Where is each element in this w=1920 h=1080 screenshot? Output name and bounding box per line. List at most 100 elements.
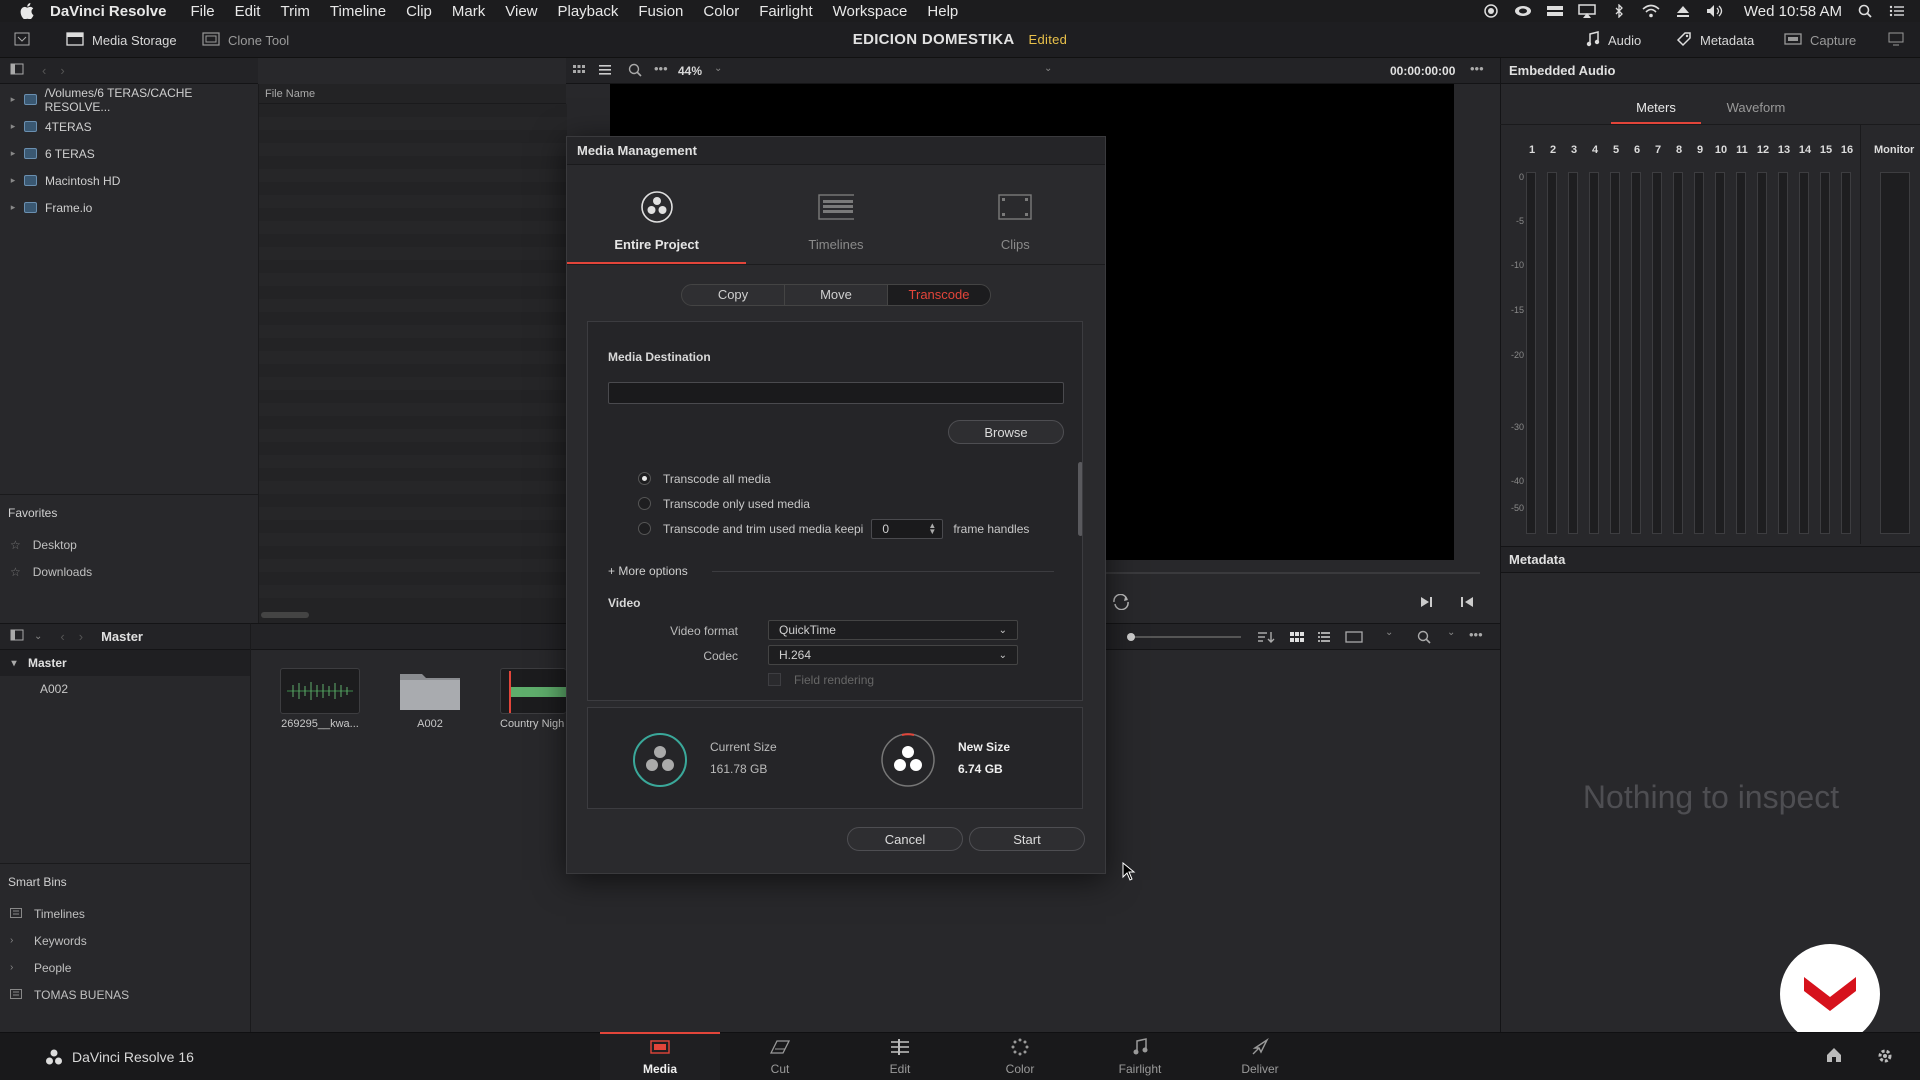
notification-center-icon[interactable] (1888, 4, 1906, 18)
favorite-item[interactable]: ☆ Desktop (0, 531, 258, 558)
codec-select[interactable]: H.264 ⌄ (768, 645, 1018, 665)
wifi-icon[interactable] (1642, 4, 1660, 18)
transcode-trim-option[interactable]: Transcode and trim used media keepi 0 ▲ ▼ … (638, 516, 1058, 541)
bin-list-toggle-icon[interactable] (10, 629, 24, 644)
page-fairlight[interactable]: Fairlight (1080, 1032, 1200, 1080)
viewer-scrubber[interactable] (1106, 572, 1480, 574)
spotlight-search-icon[interactable] (1856, 4, 1874, 18)
chevron-down-icon[interactable]: ⌄ (1447, 627, 1455, 638)
record-icon[interactable] (1482, 4, 1500, 18)
chevron-down-icon[interactable]: ⌄ (714, 63, 722, 74)
loop-icon[interactable] (1110, 593, 1132, 613)
chevron-down-icon[interactable]: ⌄ (1044, 63, 1052, 74)
tab-entire-project[interactable]: Entire Project (567, 165, 747, 264)
sidebar-toggle-icon[interactable] (10, 63, 24, 78)
expand-caret-icon[interactable]: ▸ (6, 121, 20, 132)
fullscreen-toggle-button[interactable] (1888, 28, 1904, 52)
smart-bin-item[interactable]: › People (0, 954, 250, 981)
zoom-level[interactable]: 44% (678, 64, 702, 78)
folder-thumbnail[interactable] (390, 668, 470, 714)
chevron-down-icon[interactable]: ⌄ (34, 631, 42, 642)
smart-bin-item[interactable]: › Keywords (0, 927, 250, 954)
search-icon[interactable] (628, 63, 642, 80)
menu-trim[interactable]: Trim (280, 3, 309, 20)
smart-bin-item[interactable]: TOMAS BUENAS (0, 981, 250, 1008)
menu-fairlight[interactable]: Fairlight (759, 3, 812, 20)
back-arrow-icon[interactable]: ‹ (60, 629, 64, 644)
tab-meters[interactable]: Meters (1611, 92, 1701, 124)
apple-icon[interactable] (20, 3, 36, 19)
more-options-icon[interactable]: ••• (1469, 627, 1483, 642)
menu-view[interactable]: View (505, 3, 537, 20)
expand-caret-icon[interactable]: ▸ (6, 175, 20, 186)
bin-item[interactable]: A002 (0, 676, 250, 702)
capture-button[interactable]: Capture (1784, 28, 1856, 52)
media-destination-input[interactable] (608, 382, 1064, 404)
expand-caret-icon[interactable]: ▸ (6, 148, 20, 159)
menu-clip[interactable]: Clip (406, 3, 432, 20)
previous-clip-icon[interactable] (1460, 596, 1474, 611)
back-arrow-icon[interactable]: ‹ (42, 63, 46, 78)
page-color[interactable]: Color (960, 1032, 1080, 1080)
stepper-arrows-icon[interactable]: ▲ ▼ (928, 521, 936, 535)
page-cut[interactable]: Cut (720, 1032, 840, 1080)
volume-icon[interactable] (1706, 4, 1724, 18)
audio-button[interactable]: Audio (1586, 28, 1641, 52)
drive-row[interactable]: ▸ Frame.io (0, 194, 258, 221)
copy-option[interactable]: Copy (682, 285, 785, 305)
bluetooth-icon[interactable] (1610, 4, 1628, 18)
tab-clips[interactable]: Clips (926, 165, 1105, 264)
page-deliver[interactable]: Deliver (1200, 1032, 1320, 1080)
move-option[interactable]: Move (785, 285, 888, 305)
menu-help[interactable]: Help (927, 3, 958, 20)
more-options-icon[interactable]: ••• (654, 61, 668, 76)
start-button[interactable]: Start (969, 827, 1085, 851)
vertical-scrollbar[interactable] (1078, 462, 1082, 536)
transcode-all-option[interactable]: Transcode all media (638, 466, 1058, 491)
drive-row[interactable]: ▸ /Volumes/6 TERAS/CACHE RESOLVE... (0, 86, 258, 114)
grid-view-icon[interactable] (572, 63, 586, 80)
transcode-used-option[interactable]: Transcode only used media (638, 491, 1058, 516)
collapse-caret-icon[interactable]: ▾ (0, 658, 28, 669)
airplay-icon[interactable] (1578, 4, 1596, 18)
expand-caret-icon[interactable]: › (10, 935, 22, 946)
drive-row[interactable]: ▸ 4TERAS (0, 113, 258, 140)
creative-cloud-icon[interactable] (1514, 4, 1532, 18)
list-view-icon[interactable] (1317, 630, 1331, 647)
menu-clock[interactable]: Wed 10:58 AM (1744, 3, 1842, 20)
radio[interactable] (638, 522, 651, 535)
menu-timeline[interactable]: Timeline (330, 3, 386, 20)
menu-color[interactable]: Color (703, 3, 739, 20)
tab-waveform[interactable]: Waveform (1711, 92, 1801, 124)
metadata-button[interactable]: Metadata (1676, 28, 1754, 52)
expand-caret-icon[interactable]: › (10, 962, 22, 973)
menu-edit[interactable]: Edit (235, 3, 261, 20)
favorite-item[interactable]: ☆ Downloads (0, 558, 258, 585)
drive-row[interactable]: ▸ 6 TERAS (0, 140, 258, 167)
next-clip-icon[interactable] (1420, 596, 1434, 611)
timeline-clip-thumbnail[interactable] (500, 668, 567, 714)
expand-caret-icon[interactable]: ▸ (6, 94, 20, 105)
field-rendering-checkbox[interactable] (768, 673, 781, 686)
page-media[interactable]: Media (600, 1032, 720, 1080)
handles-stepper[interactable]: 0 ▲ ▼ (871, 518, 944, 539)
browse-button[interactable]: Browse (948, 420, 1064, 444)
home-icon[interactable] (1826, 1047, 1842, 1066)
menu-playback[interactable]: Playback (558, 3, 619, 20)
menu-app-name[interactable]: DaVinci Resolve (50, 3, 166, 20)
chevron-down-icon[interactable]: ⌄ (1385, 627, 1393, 638)
page-edit[interactable]: Edit (840, 1032, 960, 1080)
thumbnail-size-slider-knob[interactable] (1127, 633, 1135, 641)
transcode-option[interactable]: Transcode (888, 285, 990, 305)
thumbnail-size-slider[interactable] (1131, 636, 1241, 638)
drive-menu-icon[interactable] (1546, 4, 1564, 18)
menu-workspace[interactable]: Workspace (833, 3, 908, 20)
more-options-icon[interactable]: ••• (1470, 61, 1484, 76)
sort-icon[interactable] (1257, 630, 1275, 647)
metadata-view-icon[interactable] (1345, 630, 1363, 647)
forward-arrow-icon[interactable]: › (79, 629, 83, 644)
cancel-button[interactable]: Cancel (847, 827, 963, 851)
expand-caret-icon[interactable]: ▸ (6, 202, 20, 213)
smart-bin-item[interactable]: Timelines (0, 900, 250, 927)
menu-fusion[interactable]: Fusion (638, 3, 683, 20)
